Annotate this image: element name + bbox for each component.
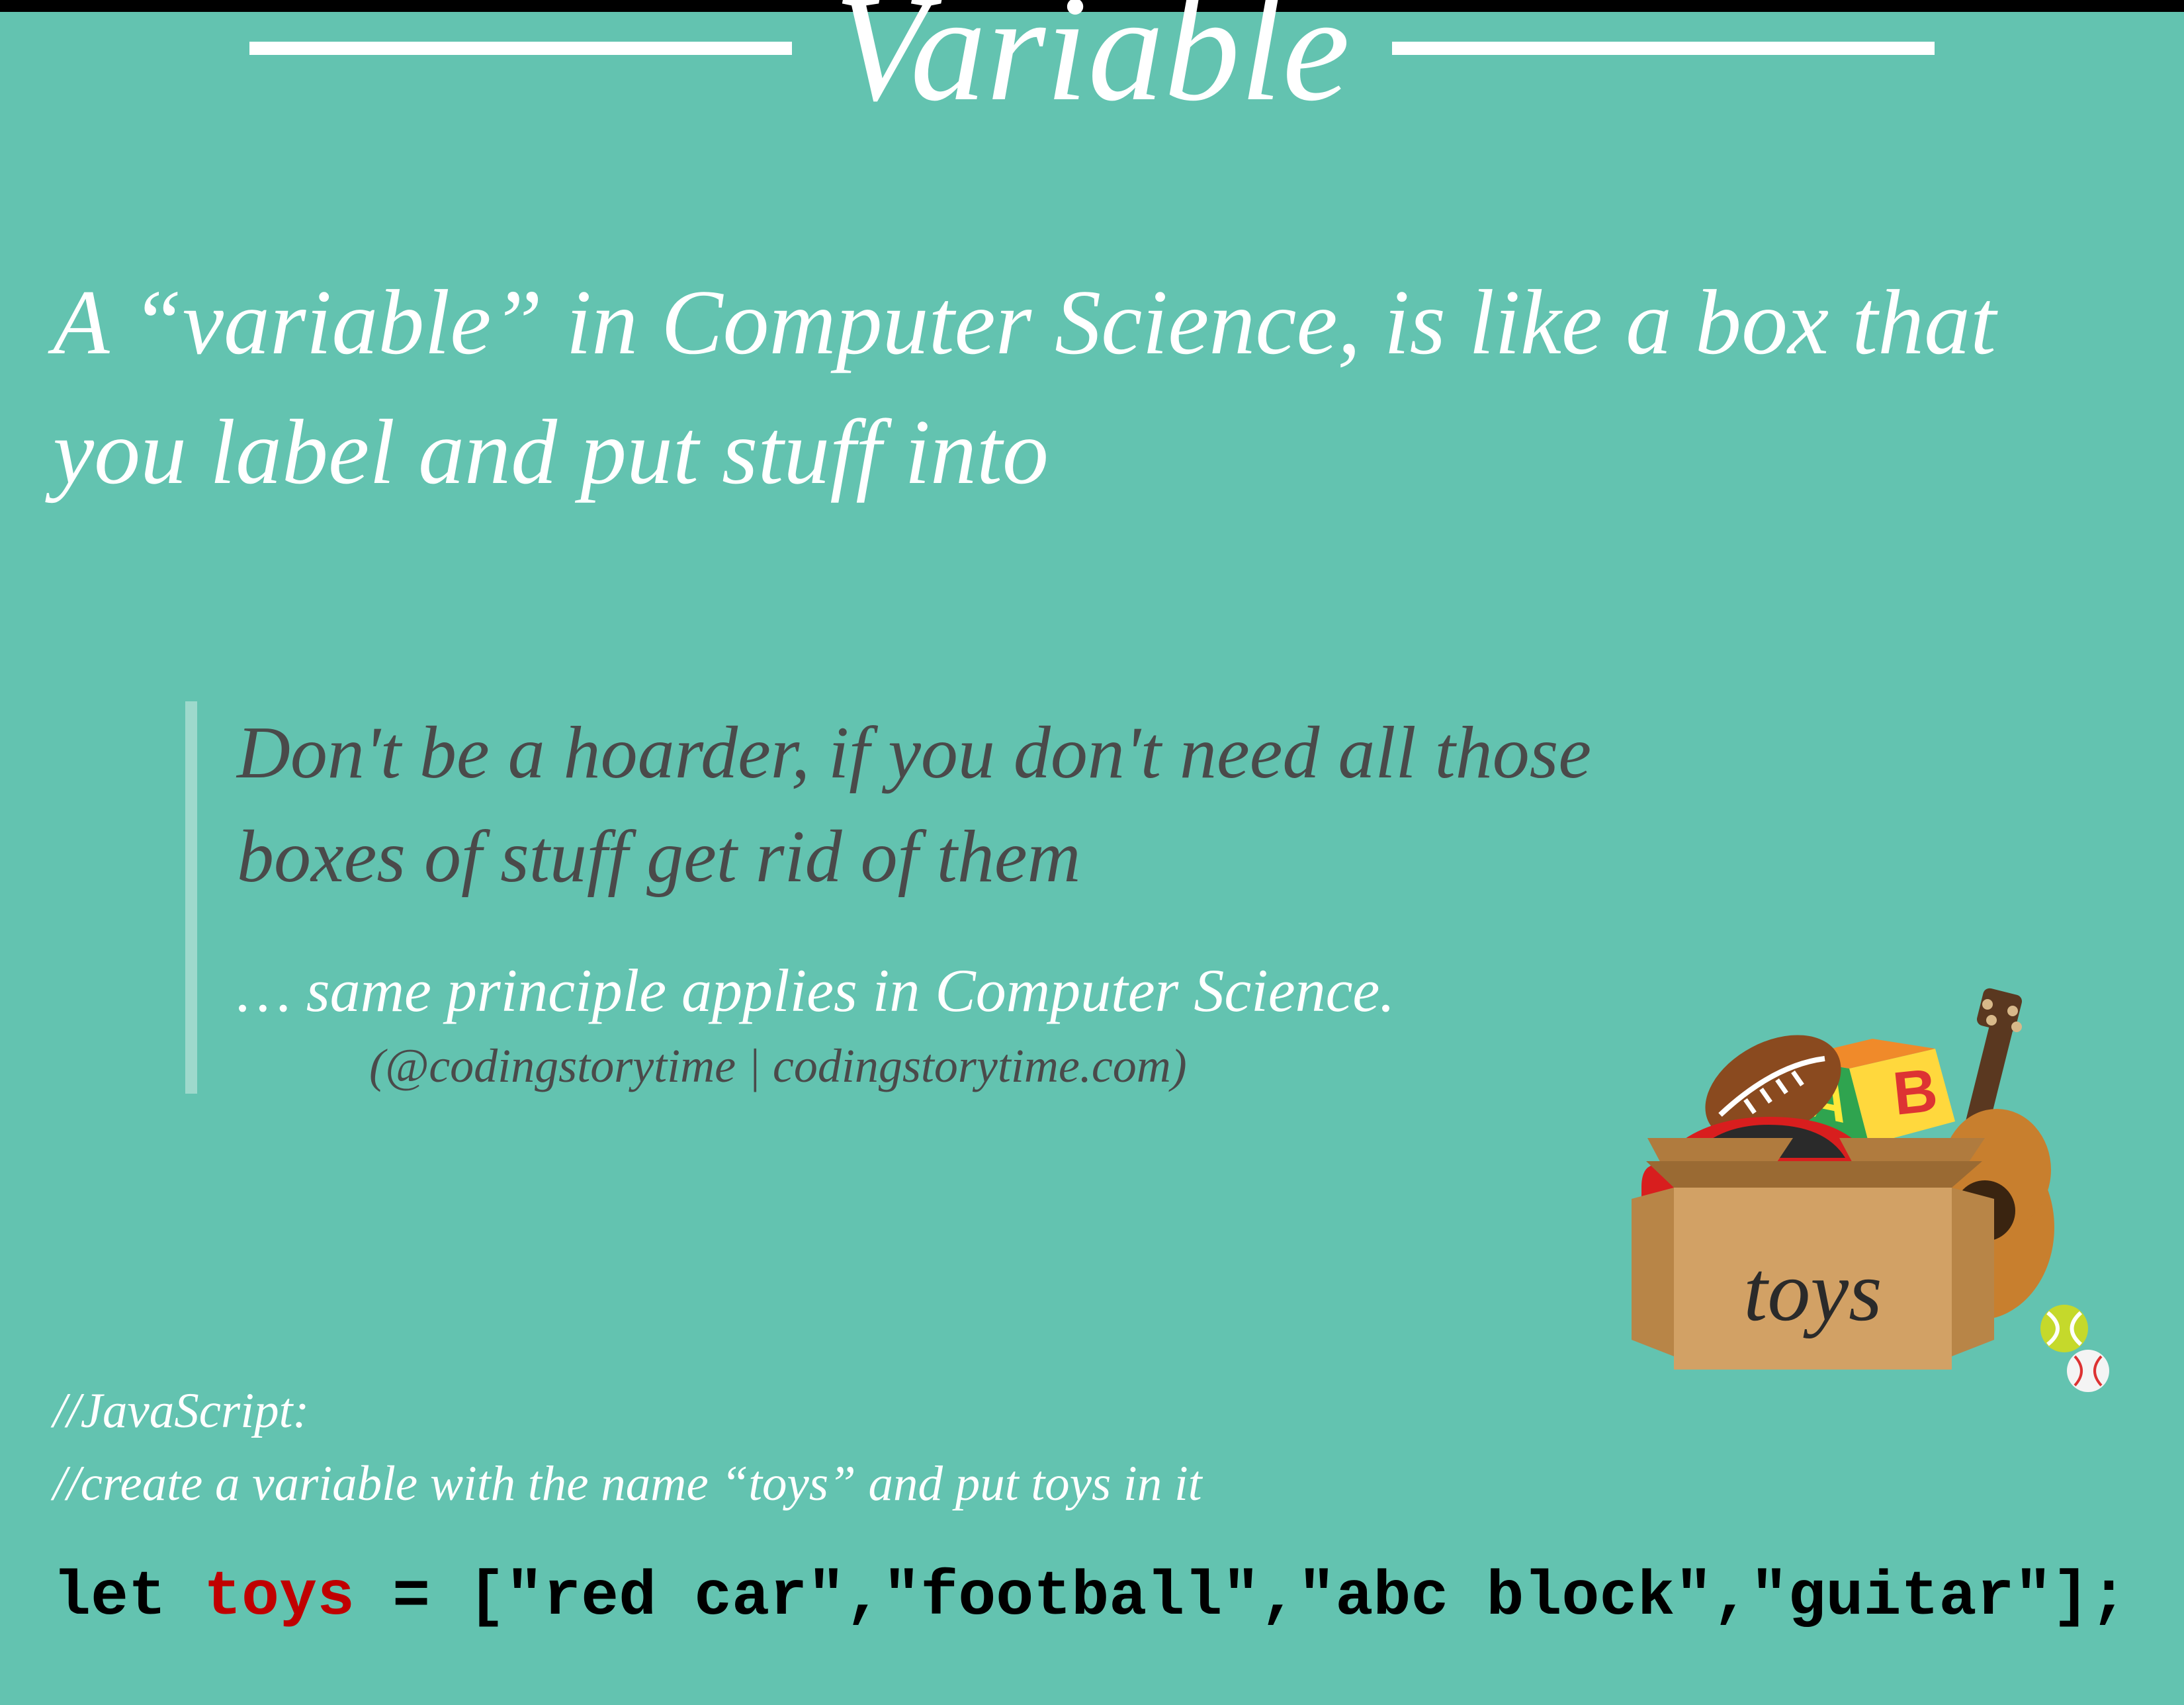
title-line-right [1392, 42, 1935, 55]
title-line-left [249, 42, 792, 55]
box-label-text: toys [1743, 1244, 1882, 1339]
code-varname: toys [204, 1561, 355, 1633]
tennis-ball-icon [2040, 1305, 2088, 1352]
code-line: let toys = ["red car","football","abc bl… [53, 1561, 2128, 1633]
quote-block: Don't be a hoarder, if you don't need al… [185, 701, 1694, 1094]
title-row: Variable [0, 0, 2184, 136]
code-comment-1: //JavaScript: [53, 1383, 309, 1440]
subtitle-text: A “variable” in Computer Science, is lik… [53, 258, 2144, 517]
code-rest: = ["red car","football","abc block","gui… [355, 1561, 2127, 1633]
code-comment-2: //create a variable with the name “toys”… [53, 1456, 1202, 1512]
baseball-icon [2067, 1350, 2109, 1392]
page-title: Variable [834, 0, 1350, 136]
quote-main-text: Don't be a hoarder, if you don't need al… [237, 701, 1694, 909]
quote-credit-text: (@codingstorytime | codingstorytime.com) [237, 1039, 1694, 1094]
toys-box-illustration: B A toys [1588, 959, 2117, 1422]
svg-text:B: B [1890, 1057, 1941, 1128]
quote-sub-text: … same principle applies in Computer Sci… [237, 955, 1694, 1026]
code-keyword: let [53, 1561, 204, 1633]
